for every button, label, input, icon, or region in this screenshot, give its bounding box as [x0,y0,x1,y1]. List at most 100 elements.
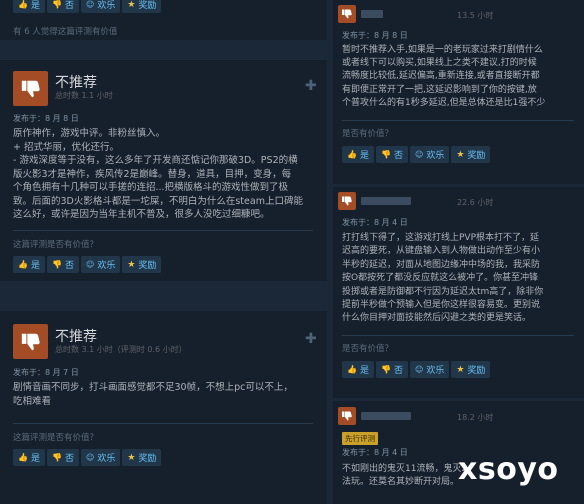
thumb-down-icon: 👎 [380,150,391,159]
divider [13,423,313,424]
review-hours: 总时数 1.1 小时 [55,91,113,100]
vote-funny-button[interactable]: ☺ 欢乐 [409,146,450,163]
vote-no-button[interactable]: 👎 否 [46,449,79,466]
review-line: 吃相难看 [13,395,52,407]
vote-buttons: 👍 是 👎 否 ☺ 欢乐 ★ 奖励 [342,146,491,163]
review-line: 暂时不推荐入手,如果是一的老玩家过来打剧情什么 [342,45,543,55]
review-body: 剧情音画不同步，打斗画面感觉都不足30帧，不想上pc可以不上， 吃相难看 [13,381,323,408]
review-line: 个普攻什么的有1秒多延迟,但是总体还是比1强不少 [342,97,546,108]
review-line: 版火影3才是神作，疾风传2是巅峰。替身，道具，目押，变身，每 [13,168,292,180]
review-line: 投掷或者是防御都不行因为延迟太tm高了，除非你 [342,286,544,297]
vote-no-button[interactable]: 👎 否 [375,361,408,378]
award-icon: ★ [456,364,465,375]
helpful-question: 这篇评测是否有价值？ [13,433,99,443]
thumb-up-icon: 👍 [347,365,357,374]
vote-yes-button[interactable]: 👍 是 [13,0,45,13]
vote-yes-button[interactable]: 👍 是 [13,256,45,273]
vote-funny-button[interactable]: ☺ 欢乐 [409,361,450,378]
vote-yes-button[interactable]: 👍 是 [342,146,374,163]
review-line: 按O都按死了都没反应就这么被冲了。你甚至冲锋 [342,273,539,284]
award-icon: ★ [127,259,136,270]
vote-yes-button[interactable]: 👍 是 [342,361,374,378]
vote-funny-button[interactable]: ☺ 欢乐 [80,256,121,273]
review-line: - 游戏深度等于没有，这么多年了开发商还惦记你那破3D。PS2的横 [13,155,298,166]
award-icon: ★ [127,0,136,10]
vote-funny-button[interactable]: ☺ 欢乐 [80,0,121,13]
pin-icon[interactable]: ✚ [305,331,317,347]
review-line: 或者线下可以购买,如果线上之类不建议,打的时候 [342,58,537,69]
thumbs-down-icon [338,407,356,425]
thumbs-down-icon [338,192,356,210]
review-hours: 18.2 小时 [457,413,494,422]
review-body: 暂时不推荐入手,如果是一的老玩家过来打剧情什么 或者线下可以购买,如果线上之类不… [342,44,582,110]
review-verdict: 不推荐 [55,329,97,345]
thumb-up-icon: 👍 [347,150,357,159]
review-line: 有即便正常开了一把,这延迟影响到了你的按键,放 [342,84,537,95]
pin-icon[interactable]: ✚ [305,78,317,94]
award-icon: ★ [127,452,136,463]
vote-no-button[interactable]: 👎 否 [46,0,79,13]
reviewer-name-redacted [361,197,411,205]
smile-icon: ☺ [414,150,424,159]
award-button[interactable]: ★ 奖励 [451,361,491,378]
vote-buttons: 👍 是 👎 否 ☺ 欢乐 ★ 奖励 [342,361,491,378]
divider [342,335,574,336]
helpful-question: 这篇评测是否有价值？ [13,240,99,250]
award-icon: ★ [456,149,465,160]
thumb-down-icon: 👎 [51,260,62,269]
thumb-down-icon: 👎 [51,0,62,9]
smile-icon: ☺ [85,0,95,9]
award-button[interactable]: ★ 奖励 [122,449,162,466]
review-date: 发布于：8 月 7 日 [13,368,79,377]
review-hours: 总时数 3.1 小时（评测时 0.6 小时） [55,345,187,354]
smile-icon: ☺ [85,260,95,269]
watermark: xsoyo [458,452,559,487]
vote-no-button[interactable]: 👎 否 [375,146,408,163]
vote-no-button[interactable]: 👎 否 [46,256,79,273]
review-date: 发布于：8 月 4 日 [342,448,408,457]
thumb-up-icon: 👍 [18,260,28,269]
thumb-down-icon: 👎 [380,365,391,374]
review-line: 半秒的延迟，对面从地图边缘冲中场的我，我采防 [342,259,541,270]
thumbs-down-icon [338,5,356,23]
right-review-card-1: 13.5 小时 发布于：8 月 8 日 暂时不推荐入手,如果是一的老玩家过来打剧… [333,0,584,184]
divider [342,120,574,121]
review-line: 什么你目押对面技能然后闪避之类的更是笑话。 [342,313,532,324]
top-vote-buttons: 👍 是 👎 否 ☺ 欢乐 ★ 奖励 [13,0,162,13]
review-hours: 13.5 小时 [457,11,494,20]
review-date: 发布于：8 月 8 日 [13,114,79,123]
review-line: 个角色拥有十几种可以手搓的连招...把横版格斗的游戏性做到了极 [13,182,289,193]
reviewer-name-redacted [361,412,411,420]
early-access-badge: 先行评测 [342,432,378,445]
thumb-up-icon: 👍 [18,0,28,9]
thumbs-down-icon [13,71,48,106]
right-review-card-2: 22.6 小时 发布于：8 月 4 日 打打线下得了，这游戏打线上PVP根本打不… [333,187,584,398]
review-card-1: 不推荐 总时数 1.1 小时 ✚ 发布于：8 月 8 日 原作神作，游戏中评。非… [0,60,327,281]
review-verdict: 不推荐 [55,75,97,91]
review-body: 原作神作，游戏中评。非粉丝慎入。 + 招式华丽，优化还行。 - 游戏深度等于没有… [13,127,323,222]
review-card-2: 不推荐 总时数 3.1 小时（评测时 0.6 小时） ✚ 发布于：8 月 7 日… [0,311,327,504]
award-button[interactable]: ★ 奖励 [122,256,162,273]
helpful-question: 是否有价值？ [342,344,394,354]
smile-icon: ☺ [414,365,424,374]
review-line: + 招式华丽，优化还行。 [13,141,119,153]
review-line: 剧情音画不同步，打斗画面感觉都不足30帧，不想上pc可以不上， [13,382,293,393]
vote-buttons: 👍 是 👎 否 ☺ 欢乐 ★ 奖励 [13,256,162,273]
vote-buttons: 👍 是 👎 否 ☺ 欢乐 ★ 奖励 [13,449,162,466]
award-button[interactable]: ★ 奖励 [122,0,162,13]
top-review-footer: 👍 是 👎 否 ☺ 欢乐 ★ 奖励 有 6 人觉得这篇评测有价值 [0,0,327,40]
smile-icon: ☺ [85,453,95,462]
review-hours: 22.6 小时 [457,198,494,207]
divider [13,230,313,231]
helpful-question: 是否有价值？ [342,129,394,139]
review-line: 原作神作，游戏中评。非粉丝慎入。 [13,128,166,139]
award-button[interactable]: ★ 奖励 [451,146,491,163]
reviewer-name-redacted [361,10,383,18]
review-line: 这么好，或许是因为当年主机不普及，很多人没吃过细糠吧。 [13,209,270,220]
review-date: 发布于：8 月 4 日 [342,218,408,227]
helpful-count: 有 6 人觉得这篇评测有价值 [13,27,118,37]
review-line: 打打线下得了，这游戏打线上PVP根本打不了，延 [342,233,540,243]
review-body: 打打线下得了，这游戏打线上PVP根本打不了，延 迟高的要死，从键盘输入到人物做出… [342,232,582,326]
vote-yes-button[interactable]: 👍 是 [13,449,45,466]
vote-funny-button[interactable]: ☺ 欢乐 [80,449,121,466]
